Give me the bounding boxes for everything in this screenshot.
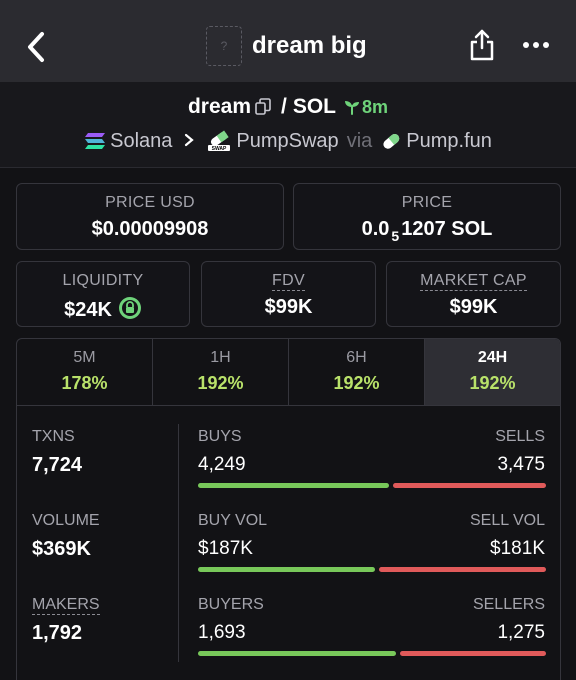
sells-value: 3,475 <box>497 454 545 475</box>
sellers-value: 1,275 <box>497 622 545 643</box>
dex-link[interactable]: PumpSwap <box>236 130 338 153</box>
price-native-card: PRICE 0.0 5 1207 SOL <box>293 183 561 250</box>
buy-vol-value: $187K <box>198 538 253 559</box>
txns-label: TXNS <box>32 428 75 445</box>
stats-panel: TXNS 7,724 BUYS SELLS 4,249 3,475 VOLUME… <box>16 406 561 680</box>
volume-label: VOLUME <box>32 512 100 529</box>
pair-quote-symbol: SOL <box>292 95 337 118</box>
pumpswap-icon: SWAP <box>206 130 232 152</box>
sellers-label: SELLERS <box>472 596 545 613</box>
buy-vol-bar <box>198 567 376 572</box>
stats-divider <box>178 424 179 662</box>
fdv-card[interactable]: FDV $99K <box>201 261 376 327</box>
more-dots-icon <box>523 42 549 48</box>
sell-vol-label: SELL VOL <box>469 512 545 529</box>
tab-6h[interactable]: 6H 192% <box>289 339 425 405</box>
page-title-group: ? dream big <box>206 26 367 66</box>
pair-separator: / <box>281 95 287 118</box>
tab-24h[interactable]: 24H 192% <box>425 339 560 405</box>
price-usd-card: PRICE USD $0.00009908 <box>16 183 284 250</box>
chain-line: Solana SWAP PumpSwap via Pump.fun <box>0 126 576 156</box>
chain-link[interactable]: Solana <box>110 130 172 153</box>
price-native-prefix: 0.0 <box>361 218 390 240</box>
txns-value: 7,724 <box>32 454 83 476</box>
buyers-label: BUYERS <box>198 596 264 613</box>
tab-change: 192% <box>197 373 244 393</box>
tab-label: 6H <box>346 349 367 366</box>
buys-label: BUYS <box>198 428 242 445</box>
tab-1h[interactable]: 1H 192% <box>153 339 289 405</box>
tab-change: 192% <box>333 373 380 393</box>
buy-vol-label: BUY VOL <box>198 512 268 529</box>
back-button[interactable] <box>22 30 50 64</box>
share-button[interactable] <box>468 28 496 62</box>
sells-bar <box>393 483 546 488</box>
volume-bar <box>198 567 546 572</box>
token-image-placeholder: ? <box>206 26 242 66</box>
makers-value: 1,792 <box>32 622 83 644</box>
volume-value: $369K <box>32 538 91 560</box>
launchpad-link[interactable]: Pump.fun <box>406 130 492 153</box>
via-text: via <box>346 129 373 152</box>
fdv-label: FDV <box>272 272 305 291</box>
copy-icon[interactable] <box>255 98 271 116</box>
sell-vol-bar <box>379 567 546 572</box>
tab-label: 24H <box>477 349 508 366</box>
makers-label[interactable]: MAKERS <box>32 596 100 615</box>
page-title: dream big <box>252 32 367 59</box>
tab-5m[interactable]: 5M 178% <box>17 339 153 405</box>
pair-age: 8m <box>344 97 388 118</box>
seedling-icon <box>345 101 360 115</box>
top-bar: ? dream big <box>0 0 576 82</box>
tab-label: 5M <box>73 349 96 366</box>
sells-label: SELLS <box>495 428 545 445</box>
liquidity-label: LIQUIDITY <box>62 272 144 289</box>
timeframe-tabs: 5M 178% 1H 192% 6H 192% 24H 192% <box>16 338 561 406</box>
price-native-label: PRICE <box>401 194 453 211</box>
price-native-rest: 1207 SOL <box>401 218 493 240</box>
pair-base-symbol: dream <box>187 95 251 118</box>
svg-text:SWAP: SWAP <box>212 146 227 152</box>
pair-age-value: 8m <box>362 96 389 117</box>
tab-change: 178% <box>61 373 108 393</box>
pair-line: dream / SOL 8m <box>0 92 576 122</box>
price-native-value: 0.0 5 1207 SOL <box>294 218 560 244</box>
liquidity-value-row: $24K <box>17 296 189 322</box>
buys-sells-bar <box>198 483 546 488</box>
share-icon <box>470 29 494 61</box>
market-cap-value: $99K <box>449 296 498 318</box>
tab-label: 1H <box>210 349 231 366</box>
buys-bar <box>198 483 390 488</box>
pair-info-bar: dream / SOL 8m Solana SWAP PumpSwap via … <box>0 82 576 168</box>
solana-icon <box>84 132 106 150</box>
tab-change: 192% <box>469 373 516 393</box>
buyers-value: 1,693 <box>198 622 246 643</box>
makers-bar <box>198 651 546 656</box>
buys-value: 4,249 <box>198 454 246 475</box>
price-native-subscript: 5 <box>391 228 400 244</box>
price-usd-value: $0.00009908 <box>91 218 209 240</box>
sell-vol-value: $181K <box>490 538 545 559</box>
sellers-bar <box>400 651 546 656</box>
chevron-left-icon <box>28 32 44 62</box>
chevron-right-icon <box>184 130 195 153</box>
market-cap-card[interactable]: MARKET CAP $99K <box>386 261 561 327</box>
more-button[interactable] <box>522 36 550 54</box>
lock-icon[interactable] <box>118 296 142 320</box>
fdv-value: $99K <box>264 296 313 318</box>
liquidity-value: $24K <box>64 299 112 321</box>
liquidity-card: LIQUIDITY $24K <box>16 261 190 327</box>
pumpfun-icon <box>380 131 402 151</box>
buyers-bar <box>198 651 397 656</box>
market-cap-label: MARKET CAP <box>420 272 527 291</box>
price-usd-label: PRICE USD <box>105 194 195 211</box>
